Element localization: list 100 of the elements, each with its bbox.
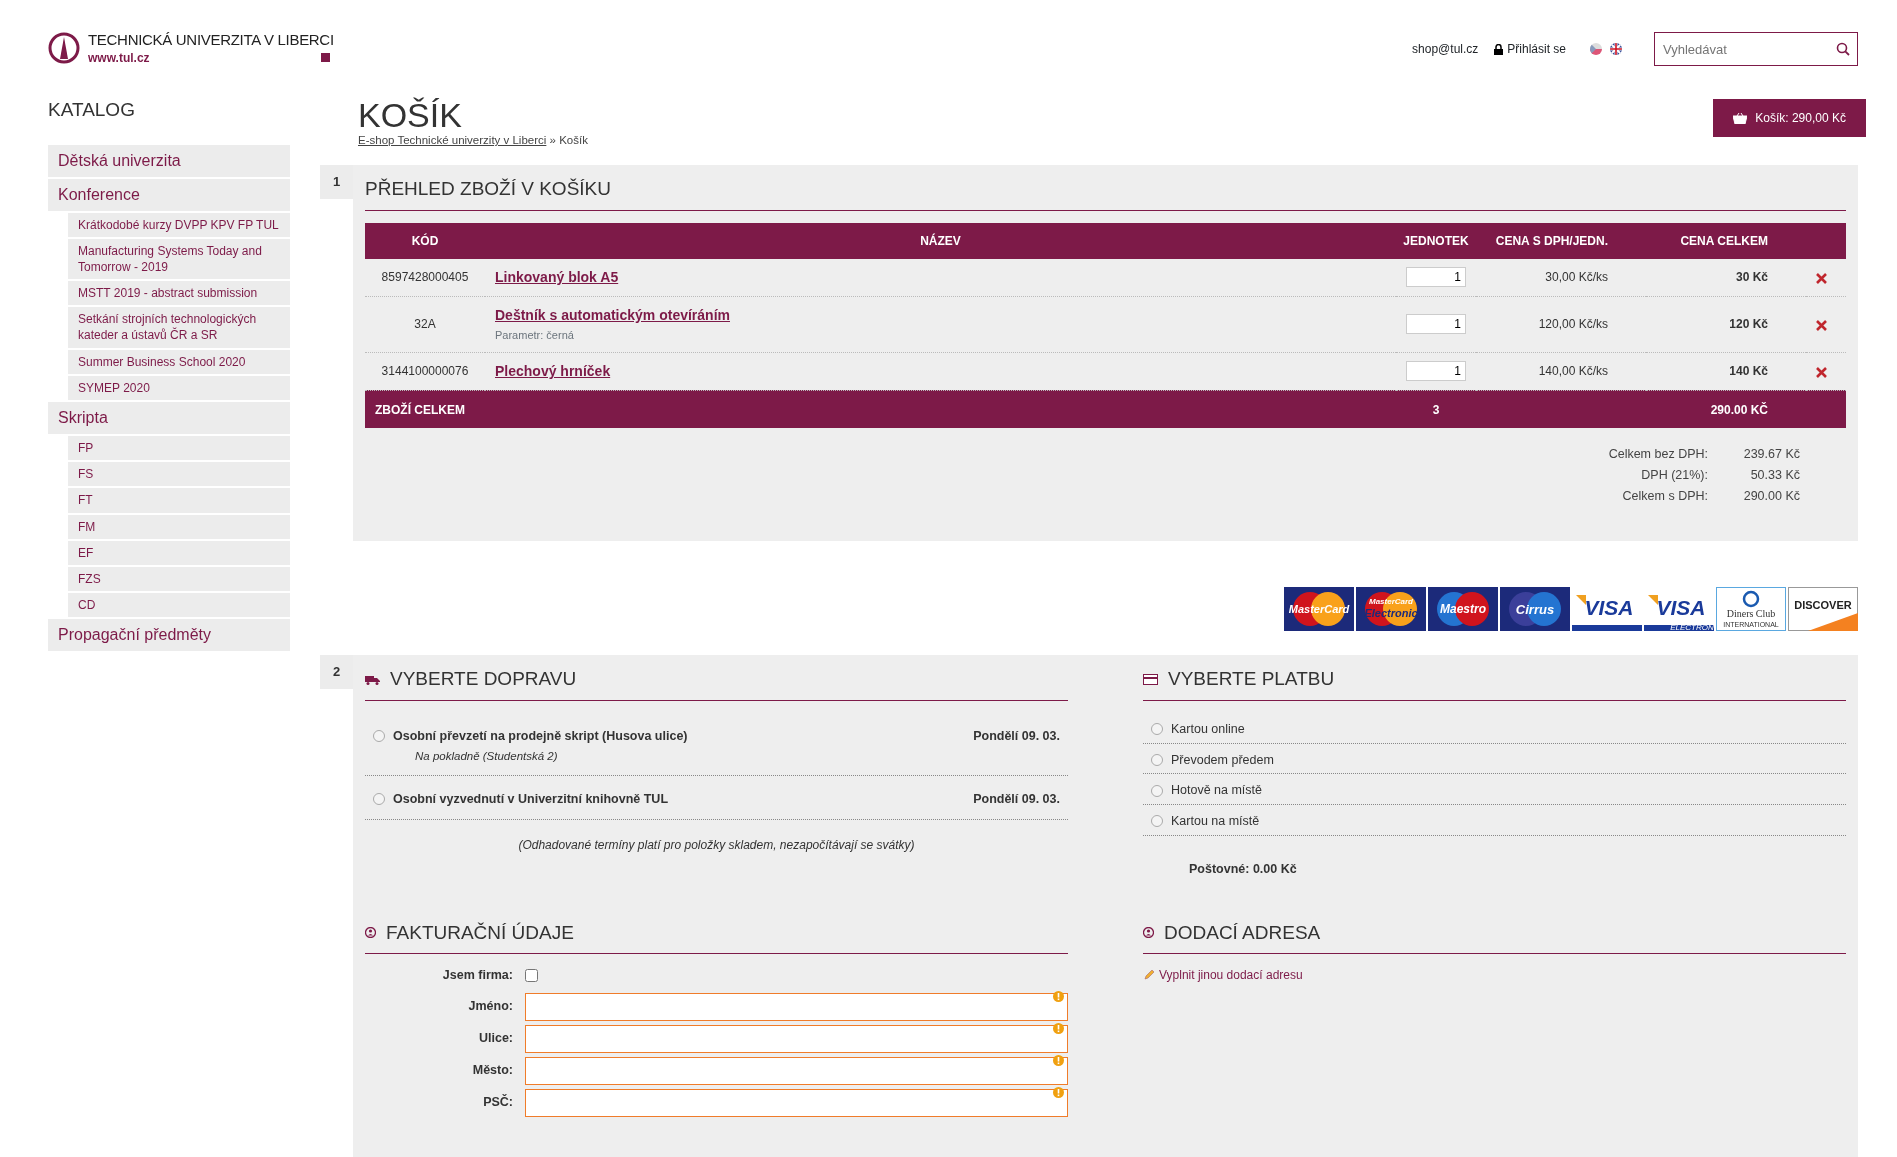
sidebar-subcategory[interactable]: FM [68, 514, 290, 539]
warning-icon [1053, 1086, 1064, 1098]
sidebar-subcategory[interactable]: SYMEP 2020 [68, 375, 290, 400]
section-heading: FAKTURAČNÍ ÚDAJE [386, 920, 574, 945]
product-parameter: Parametr: černá [495, 328, 574, 341]
delete-icon[interactable] [1816, 272, 1827, 284]
quantity-field[interactable]: 1 [1406, 361, 1466, 382]
product-code: 8597428000405 [381, 270, 469, 285]
radio-button[interactable] [1151, 784, 1163, 797]
sidebar-category[interactable]: Skripta [48, 402, 290, 434]
search-field[interactable]: Vyhledávat [1654, 32, 1858, 66]
sidebar-subcategory[interactable]: FP [68, 436, 290, 461]
sidebar-subcategory[interactable]: Summer Business School 2020 [68, 349, 290, 374]
breadcrumb-separator: » [549, 134, 556, 146]
login-link[interactable]: Přihlásit se [1507, 40, 1566, 58]
payment-card-logo: VISA ELECTRON [1644, 587, 1714, 632]
radio-button[interactable] [1151, 723, 1163, 736]
quantity-field[interactable]: 1 [1406, 314, 1466, 335]
total-label: ZBOŽÍ CELKEM [375, 402, 465, 417]
delete-icon[interactable] [1816, 366, 1827, 378]
column-header: KÓD [365, 222, 485, 259]
basket-icon [1733, 112, 1748, 124]
delivery-date: Pondělí 09. 03. [973, 790, 1060, 808]
sidebar-subcategory[interactable]: EF [68, 540, 290, 565]
step-number: 1 [320, 165, 353, 200]
radio-button[interactable] [1151, 815, 1163, 828]
payment-card-logo: VISA [1572, 587, 1642, 632]
cart-button[interactable]: Košík: 290,00 Kč [1713, 99, 1866, 137]
text-field[interactable] [525, 992, 1068, 1021]
warning-icon [1053, 1022, 1064, 1034]
payment-option[interactable]: Kartou na místě [1171, 812, 1260, 831]
product-link[interactable]: Plechový hrníček [495, 362, 611, 379]
sidebar-subcategory[interactable]: Setkání strojních technologických kateder a ústavů ČR a SR [68, 307, 290, 348]
sidebar-subcategory[interactable]: FT [68, 488, 290, 513]
breadcrumb-current: Košík [559, 134, 588, 146]
shipping-note: Na pokladně (Studentská 2) [415, 748, 558, 764]
line-total: 140 Kč [1729, 364, 1768, 379]
line-total: 120 Kč [1729, 317, 1768, 332]
product-code: 32A [414, 317, 436, 332]
total-price: 290.00 KČ [1710, 402, 1768, 417]
unit-price: 140,00 Kč/ks [1538, 364, 1608, 379]
uk-flag-icon[interactable] [1610, 43, 1622, 55]
product-link[interactable]: Linkovaný blok A5 [495, 268, 619, 285]
payment-card-logo: DISCOVER [1788, 587, 1858, 632]
radio-button[interactable] [1151, 753, 1163, 766]
summary-label: DPH (21%): [1640, 467, 1708, 485]
delete-icon[interactable] [1816, 319, 1827, 331]
unit-price: 30,00 Kč/ks [1545, 270, 1608, 285]
text-field[interactable] [525, 1088, 1068, 1117]
logo-name[interactable]: TECHNICKÁ UNIVERZITA V LIBERCI [88, 32, 334, 49]
payment-option[interactable]: Kartou online [1171, 719, 1245, 739]
truck-icon [365, 674, 380, 685]
section-heading: DODACÍ ADRESA [1164, 920, 1321, 945]
column-header: NÁZEV [485, 222, 1396, 259]
shipping-option[interactable]: Osobní převzetí na prodejně skript (Husova ulice) [393, 726, 688, 746]
product-link[interactable]: Deštník s automatickým otevíráním [495, 306, 730, 323]
product-code: 3144100000076 [381, 364, 469, 379]
text-field[interactable] [525, 1024, 1068, 1053]
radio-button[interactable] [373, 730, 385, 743]
logo-url[interactable]: www.tul.cz [88, 48, 150, 67]
sidebar-subcategory[interactable]: FZS [68, 566, 290, 592]
sidebar-category[interactable]: Konference [48, 178, 290, 211]
alternate-address-link[interactable]: Vyplnit jinou dodací adresu [1159, 966, 1303, 984]
total-quantity: 3 [1432, 402, 1440, 417]
field-label: Město: [471, 1062, 514, 1080]
sidebar-subcategory[interactable]: MSTT 2019 - abstract submission [68, 281, 290, 306]
payment-option[interactable]: Hotově na místě [1171, 781, 1262, 800]
sidebar-subcategory[interactable]: CD [68, 593, 290, 618]
quantity-field[interactable]: 1 [1406, 267, 1466, 288]
field-label: Jsem firma: [441, 967, 514, 984]
summary-value: 50.33 Kč [1749, 467, 1800, 485]
line-total: 30 Kč [1735, 270, 1768, 285]
sidebar-category[interactable]: Dětská univerzita [48, 144, 290, 177]
sidebar-category[interactable]: Propagační předměty [48, 619, 290, 652]
radio-button[interactable] [373, 793, 385, 806]
summary-label: Celkem s DPH: [1621, 488, 1708, 506]
delivery-date: Pondělí 09. 03. [973, 727, 1060, 745]
summary-value: 239.67 Kč [1742, 446, 1800, 464]
text-field[interactable] [525, 1056, 1068, 1085]
sidebar-subcategory[interactable]: Krátkodobé kurzy DVPP KPV FP TUL [68, 212, 290, 237]
field-label: Ulice: [477, 1030, 514, 1048]
page-title: KOŠÍK [358, 98, 463, 132]
sidebar-subcategory[interactable]: Manufacturing Systems Today and Tomorrow - 2019 [68, 238, 290, 280]
university-logo-icon[interactable] [48, 32, 80, 64]
sidebar-subcategory[interactable]: FS [68, 462, 290, 487]
search-icon[interactable] [1836, 42, 1850, 56]
email-link[interactable]: shop@tul.cz [1412, 40, 1479, 58]
field-label: PSČ: [482, 1093, 514, 1112]
company-checkbox[interactable] [525, 968, 538, 982]
section-heading: PŘEHLED ZBOŽÍ V KOŠÍKU [365, 177, 611, 202]
shipping-option[interactable]: Osobní vyzvednutí v Univerzitní knihovně TUL [393, 789, 669, 809]
breadcrumb-link[interactable]: E-shop Technické univerzity v Liberci [358, 134, 547, 146]
credit-card-icon [1143, 674, 1158, 685]
section-heading: VYBERTE DOPRAVU [390, 667, 577, 692]
czech-flag-icon[interactable] [1590, 43, 1602, 55]
step-number: 2 [320, 655, 353, 690]
payment-option[interactable]: Převodem předem [1171, 750, 1274, 770]
pencil-icon [1143, 969, 1155, 981]
summary-value: 290.00 Kč [1742, 488, 1800, 506]
warning-icon [1053, 1054, 1064, 1066]
